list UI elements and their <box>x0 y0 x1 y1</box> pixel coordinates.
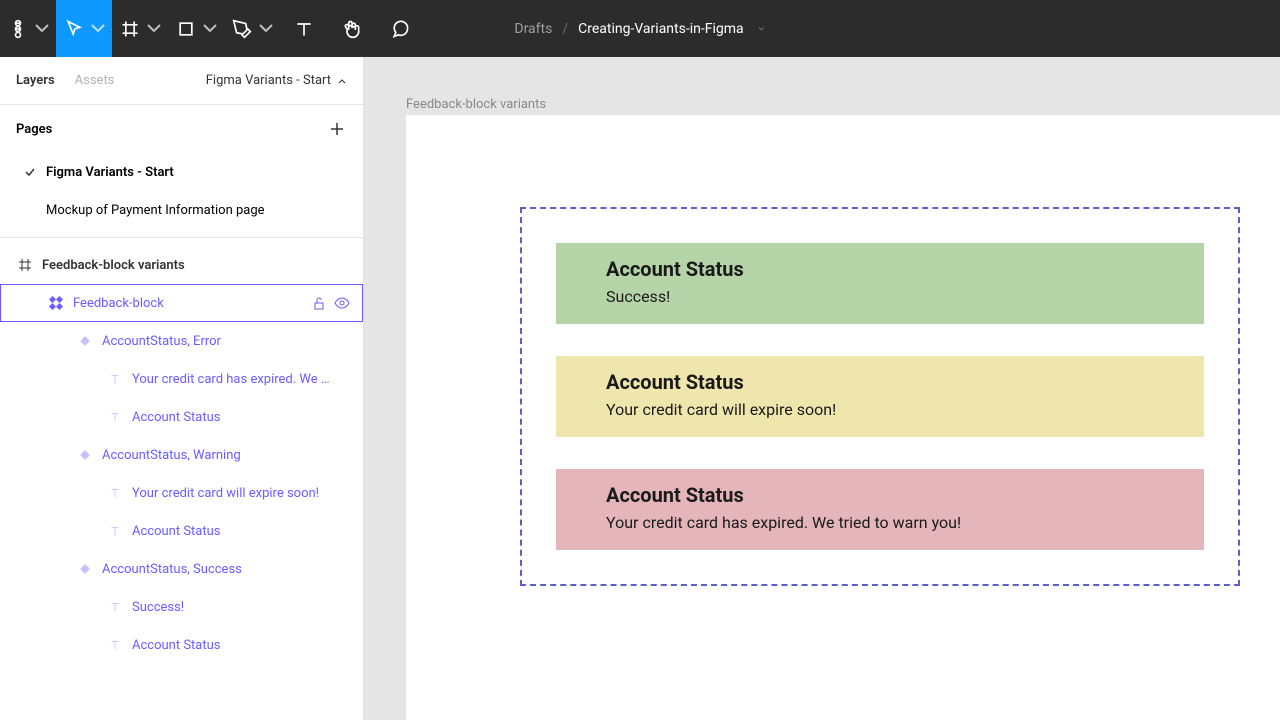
file-title[interactable]: Drafts / Creating-Variants-in-Figma <box>514 21 765 37</box>
layer-text[interactable]: Success! <box>0 588 363 626</box>
chevron-up-icon <box>337 76 347 86</box>
panel-tabs: Layers Assets Figma Variants - Start <box>0 57 363 105</box>
layer-label: Feedback-block <box>73 296 164 311</box>
feedback-title: Account Status <box>606 257 1154 281</box>
text-icon <box>108 600 122 614</box>
layer-label: Account Status <box>132 638 221 653</box>
layer-label: Success! <box>132 600 184 615</box>
pen-tool-button[interactable] <box>224 0 280 57</box>
text-icon <box>108 486 122 500</box>
page-selector-label: Figma Variants - Start <box>206 73 331 88</box>
text-icon <box>108 372 122 386</box>
feedback-title: Account Status <box>606 483 1154 507</box>
layer-component-set[interactable]: Feedback-block <box>0 284 363 322</box>
text-icon <box>294 19 314 39</box>
layer-variant-warning[interactable]: AccountStatus, Warning <box>0 436 363 474</box>
layer-variant-error[interactable]: AccountStatus, Error <box>0 322 363 360</box>
layer-label: AccountStatus, Warning <box>102 448 241 463</box>
component-set-icon <box>49 296 63 310</box>
tab-assets[interactable]: Assets <box>75 73 115 88</box>
text-icon <box>108 638 122 652</box>
drafts-label: Drafts <box>514 21 552 37</box>
layer-label: AccountStatus, Error <box>102 334 221 349</box>
component-icon <box>78 562 92 576</box>
visibility-icon[interactable] <box>334 296 350 310</box>
feedback-body: Success! <box>606 287 1154 306</box>
shape-tool-button[interactable] <box>168 0 224 57</box>
feedback-block-warning[interactable]: Account Status Your credit card will exp… <box>556 356 1204 437</box>
pages-header: Pages <box>0 105 363 153</box>
top-toolbar: Drafts / Creating-Variants-in-Figma <box>0 0 1280 57</box>
feedback-body: Your credit card will expire soon! <box>606 400 1154 419</box>
page-label: Mockup of Payment Information page <box>46 203 265 218</box>
frame-icon <box>18 258 32 272</box>
page-label: Figma Variants - Start <box>46 165 174 180</box>
page-item[interactable]: Mockup of Payment Information page <box>0 191 363 229</box>
page-selector[interactable]: Figma Variants - Start <box>206 73 347 88</box>
chevron-down-icon <box>200 19 220 39</box>
chevron-down-icon <box>758 25 766 33</box>
component-icon <box>78 334 92 348</box>
variant-frame[interactable]: Account Status Success! Account Status Y… <box>520 207 1240 586</box>
layer-label: Your credit card will expire soon! <box>132 486 319 501</box>
layer-label: Account Status <box>132 410 221 425</box>
layer-text[interactable]: Your credit card has expired. We … <box>0 360 363 398</box>
file-name: Creating-Variants-in-Figma <box>578 21 744 37</box>
chevron-down-icon <box>32 19 52 39</box>
pages-label: Pages <box>16 122 52 137</box>
feedback-body: Your credit card has expired. We tried t… <box>606 513 1154 532</box>
layer-text[interactable]: Account Status <box>0 626 363 664</box>
chevron-down-icon <box>256 19 276 39</box>
text-tool-button[interactable] <box>280 0 328 57</box>
layer-text[interactable]: Account Status <box>0 398 363 436</box>
unlock-icon[interactable] <box>312 296 326 310</box>
hand-icon <box>342 19 362 39</box>
component-icon <box>78 448 92 462</box>
tab-layers[interactable]: Layers <box>16 73 55 88</box>
layer-label: Feedback-block variants <box>42 258 185 273</box>
layer-text[interactable]: Account Status <box>0 512 363 550</box>
layer-text[interactable]: Your credit card will expire soon! <box>0 474 363 512</box>
chevron-down-icon <box>144 19 164 39</box>
check-icon <box>24 166 36 178</box>
hand-tool-button[interactable] <box>328 0 376 57</box>
comment-icon <box>390 19 410 39</box>
comment-tool-button[interactable] <box>376 0 424 57</box>
page-item-active[interactable]: Figma Variants - Start <box>0 153 363 191</box>
layer-label: Your credit card has expired. We … <box>132 372 330 387</box>
move-tool-button[interactable] <box>56 0 112 57</box>
feedback-block-error[interactable]: Account Status Your credit card has expi… <box>556 469 1204 550</box>
frame-icon <box>120 19 140 39</box>
rectangle-icon <box>176 19 196 39</box>
title-separator: / <box>562 21 568 37</box>
pen-icon <box>232 19 252 39</box>
feedback-block-success[interactable]: Account Status Success! <box>556 243 1204 324</box>
figma-menu-button[interactable] <box>0 0 56 57</box>
divider <box>0 237 363 238</box>
chevron-down-icon <box>88 19 108 39</box>
text-icon <box>108 524 122 538</box>
figma-logo-icon <box>8 19 28 39</box>
layer-variant-success[interactable]: AccountStatus, Success <box>0 550 363 588</box>
layer-frame[interactable]: Feedback-block variants <box>0 246 363 284</box>
add-page-button[interactable] <box>327 119 347 139</box>
feedback-title: Account Status <box>606 370 1154 394</box>
left-panel: Layers Assets Figma Variants - Start Pag… <box>0 57 364 720</box>
cursor-icon <box>64 19 84 39</box>
frame-tool-button[interactable] <box>112 0 168 57</box>
text-icon <box>108 410 122 424</box>
canvas-frame-label[interactable]: Feedback-block variants <box>406 97 546 112</box>
layer-label: Account Status <box>132 524 221 539</box>
layer-label: AccountStatus, Success <box>102 562 242 577</box>
canvas[interactable]: Feedback-block variants Account Status S… <box>364 57 1280 720</box>
